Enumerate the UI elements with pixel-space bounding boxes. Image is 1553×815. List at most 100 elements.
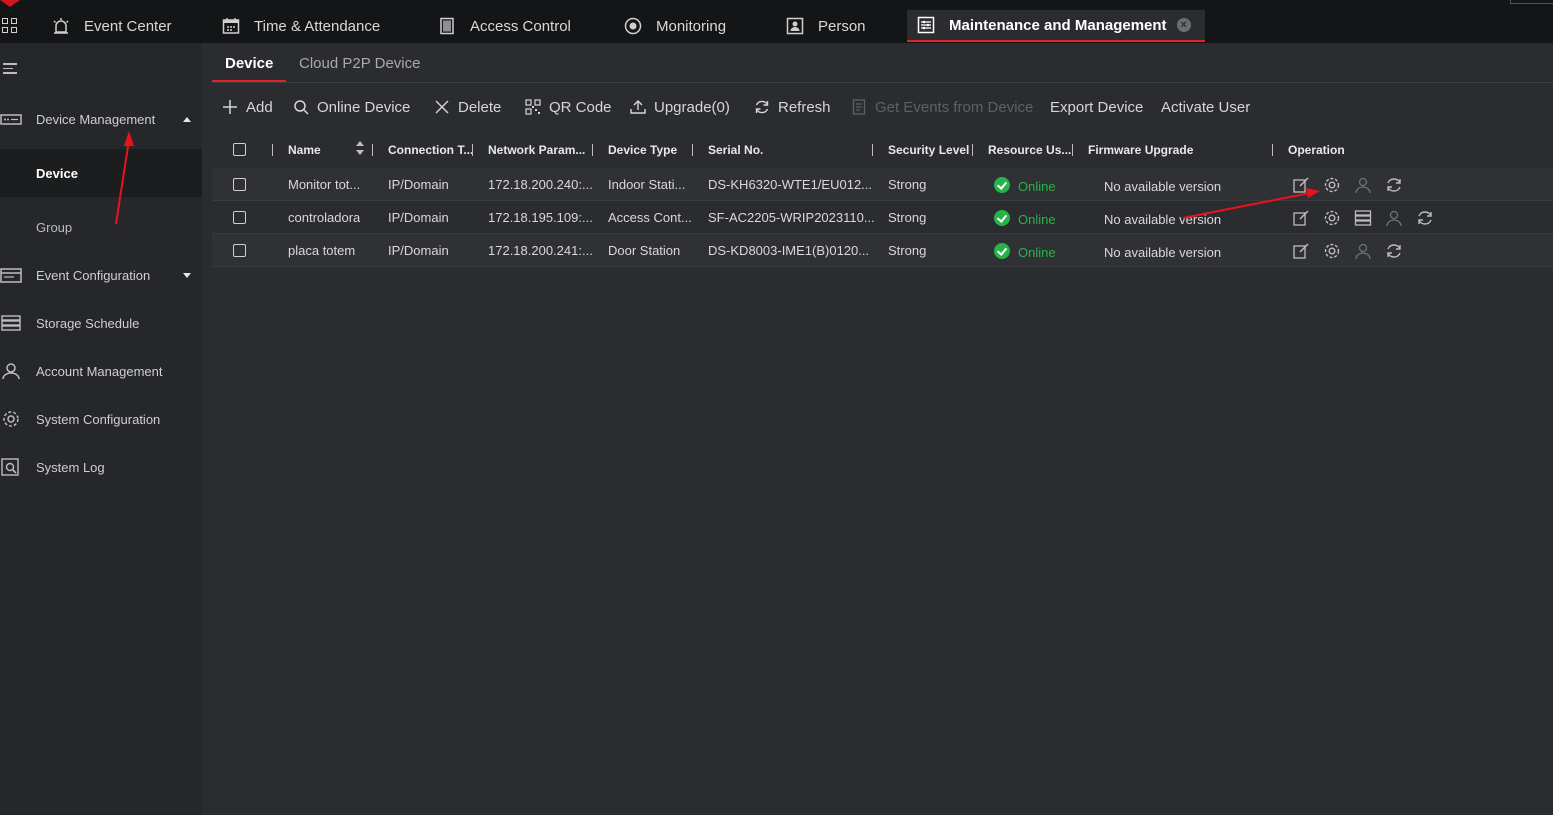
subtab-cloud-p2p-device[interactable]: Cloud P2P Device xyxy=(299,55,420,82)
tab-event-center[interactable]: Event Center xyxy=(52,10,172,42)
sidebar-item-label: Account Management xyxy=(36,363,163,379)
search-icon xyxy=(293,99,309,115)
online-status-icon xyxy=(994,177,1010,193)
cell-connection: IP/Domain xyxy=(388,210,449,225)
table-row[interactable]: Monitor tot... IP/Domain 172.18.200.240:… xyxy=(212,168,1553,201)
header-security-level[interactable]: Security Level xyxy=(888,143,969,157)
sidebar-item-device-management[interactable]: Device Management xyxy=(0,107,202,131)
subtab-device[interactable]: Device xyxy=(212,55,287,82)
tab-access-control[interactable]: Access Control xyxy=(438,10,571,42)
sort-icon[interactable] xyxy=(355,140,365,156)
cell-serial: DS-KH6320-WTE1/EU012... xyxy=(708,177,873,192)
tab-monitoring[interactable]: Monitoring xyxy=(624,10,726,42)
expand-caret-icon[interactable] xyxy=(183,272,191,278)
cell-connection: IP/Domain xyxy=(388,243,449,258)
door-icon xyxy=(438,17,456,35)
header-network-parameters[interactable]: Network Param... xyxy=(488,143,585,157)
gear-icon[interactable] xyxy=(1323,209,1341,227)
tab-time-attendance[interactable]: Time & Attendance xyxy=(222,10,380,42)
qr-code-icon xyxy=(525,99,541,115)
refresh-button[interactable]: Refresh xyxy=(754,97,831,117)
remote-config-icon[interactable] xyxy=(1354,209,1372,227)
sidebar-subitem-device[interactable]: Device xyxy=(0,149,202,197)
row-checkbox[interactable] xyxy=(233,178,246,191)
cell-device-type: Indoor Stati... xyxy=(608,177,686,192)
sidebar-item-storage-schedule[interactable]: Storage Schedule xyxy=(0,311,202,335)
alarm-icon xyxy=(52,17,70,35)
online-device-button[interactable]: Online Device xyxy=(293,97,410,117)
tab-maintenance-management[interactable]: Maintenance and Management × xyxy=(907,10,1205,42)
online-status-icon xyxy=(994,243,1010,259)
sidebar-item-label: System Configuration xyxy=(36,411,161,427)
refresh-icon xyxy=(754,99,770,115)
row-checkbox[interactable] xyxy=(233,244,246,257)
header-serial-no[interactable]: Serial No. xyxy=(708,143,763,157)
collapse-caret-icon[interactable] xyxy=(183,116,191,122)
export-device-button[interactable]: Export Device xyxy=(1050,97,1143,117)
log-icon xyxy=(0,458,22,476)
tab-person[interactable]: Person xyxy=(786,10,866,42)
storage-icon xyxy=(0,314,22,332)
select-all-checkbox[interactable] xyxy=(233,143,246,156)
tab-label: Person xyxy=(818,17,866,35)
sub-tabs: Device Cloud P2P Device xyxy=(212,43,1553,83)
cell-name: placa totem xyxy=(288,243,356,258)
calendar-icon xyxy=(222,17,240,35)
gear-icon xyxy=(0,410,22,428)
sidebar-subitem-label: Group xyxy=(36,219,73,235)
upload-icon xyxy=(630,99,646,115)
header-connection-type[interactable]: Connection T... xyxy=(388,143,473,157)
sidebar-item-event-configuration[interactable]: Event Configuration xyxy=(0,263,202,287)
refresh-icon[interactable] xyxy=(1385,242,1403,260)
header-resource-usage[interactable]: Resource Us... xyxy=(988,143,1071,157)
sidebar-item-system-configuration[interactable]: System Configuration xyxy=(0,407,202,431)
cell-status: Online xyxy=(1018,245,1056,260)
qr-code-button[interactable]: QR Code xyxy=(525,97,612,117)
sidebar-item-account-management[interactable]: Account Management xyxy=(0,359,202,383)
gear-icon[interactable] xyxy=(1323,242,1341,260)
user-icon[interactable] xyxy=(1354,242,1372,260)
user-icon[interactable] xyxy=(1385,209,1403,227)
tab-label: Time & Attendance xyxy=(254,17,381,35)
column-divider xyxy=(372,144,373,156)
cell-connection: IP/Domain xyxy=(388,177,449,192)
refresh-icon[interactable] xyxy=(1416,209,1434,227)
upgrade-button[interactable]: Upgrade(0) xyxy=(630,97,730,117)
column-divider xyxy=(472,144,473,156)
column-divider xyxy=(972,144,973,156)
tab-label: Maintenance and Management xyxy=(949,16,1167,34)
module-grid-icon[interactable] xyxy=(2,18,18,34)
export-device-label: Export Device xyxy=(1050,98,1144,116)
person-card-icon xyxy=(786,17,804,35)
user-icon[interactable] xyxy=(1354,176,1372,194)
column-divider xyxy=(872,144,873,156)
table-row[interactable]: controladora IP/Domain 172.18.195.109:..… xyxy=(212,201,1553,234)
activate-user-button[interactable]: Activate User xyxy=(1161,97,1250,117)
close-tab-icon[interactable]: × xyxy=(1176,18,1191,32)
sidebar-subitem-group[interactable]: Group xyxy=(0,203,202,251)
delete-button[interactable]: Delete xyxy=(434,97,501,117)
menu-toggle-icon[interactable] xyxy=(3,63,17,77)
activate-user-label: Activate User xyxy=(1161,98,1251,116)
toolbar: Add Online Device Delete QR Code Upgrade… xyxy=(212,87,1553,127)
tab-label: Event Center xyxy=(84,17,172,35)
get-events-button[interactable]: Get Events from Device xyxy=(851,97,1033,117)
refresh-icon[interactable] xyxy=(1385,176,1403,194)
gear-icon[interactable] xyxy=(1323,176,1341,194)
row-checkbox[interactable] xyxy=(233,211,246,224)
edit-icon[interactable] xyxy=(1292,209,1310,227)
edit-icon[interactable] xyxy=(1292,176,1310,194)
add-button[interactable]: Add xyxy=(222,97,273,117)
header-device-type[interactable]: Device Type xyxy=(608,143,677,157)
edit-icon[interactable] xyxy=(1292,242,1310,260)
table-row[interactable]: placa totem IP/Domain 172.18.200.241:...… xyxy=(212,234,1553,267)
window-control[interactable] xyxy=(1510,0,1553,4)
cell-network: 172.18.200.241:... xyxy=(488,243,593,258)
delete-label: Delete xyxy=(458,98,502,116)
header-name[interactable]: Name xyxy=(288,143,321,157)
top-navigation: Event Center Time & Attendance Access Co… xyxy=(0,0,1553,43)
sidebar-item-system-log[interactable]: System Log xyxy=(0,455,202,479)
plus-icon xyxy=(222,99,238,115)
header-firmware-upgrade[interactable]: Firmware Upgrade xyxy=(1088,143,1193,157)
sidebar-item-label: Event Configuration xyxy=(36,267,151,283)
